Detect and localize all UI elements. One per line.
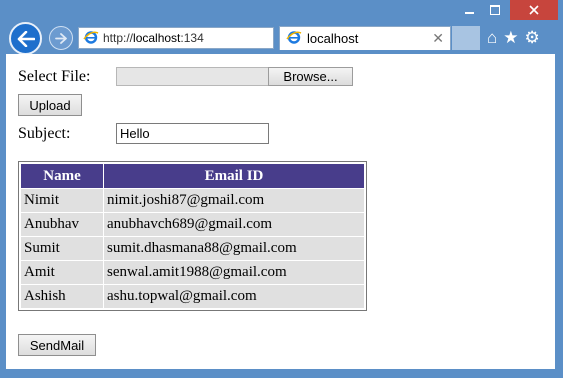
- cell-name: Sumit: [21, 237, 103, 260]
- cell-email: nimit.joshi87@gmail.com: [104, 189, 364, 212]
- settings-gear-icon[interactable]: ⚙: [525, 28, 540, 48]
- ie-page-icon: [83, 29, 99, 48]
- select-file-label: Select File:: [18, 68, 91, 85]
- email-table: Name Email ID Nimit nimit.joshi87@gmail.…: [20, 163, 365, 309]
- cell-email: sumit.dhasmana88@gmail.com: [104, 237, 364, 260]
- home-icon[interactable]: ⌂: [487, 28, 497, 48]
- minimize-icon: [464, 12, 474, 14]
- title-bar: [0, 0, 563, 22]
- url-host: localhost: [133, 31, 181, 45]
- table-row: Ashish ashu.topwal@gmail.com: [21, 285, 364, 308]
- address-bar[interactable]: http://localhost:134 ⌕ ▼ ⊞ ↻: [78, 27, 274, 49]
- table-row: Nimit nimit.joshi87@gmail.com: [21, 189, 364, 212]
- favorites-star-icon[interactable]: ★: [503, 28, 518, 48]
- ie-tab-icon: [286, 29, 302, 48]
- minimize-button[interactable]: [457, 0, 481, 20]
- table-row: Amit senwal.amit1988@gmail.com: [21, 261, 364, 284]
- maximize-button[interactable]: [483, 0, 507, 20]
- forward-button[interactable]: [49, 26, 73, 50]
- forward-arrow-icon: [55, 32, 67, 44]
- back-arrow-icon: [17, 30, 35, 47]
- cell-email: senwal.amit1988@gmail.com: [104, 261, 364, 284]
- subject-label: Subject:: [18, 125, 71, 142]
- new-tab-button[interactable]: [452, 26, 480, 50]
- table-row: Sumit sumit.dhasmana88@gmail.com: [21, 237, 364, 260]
- file-path-field[interactable]: [116, 67, 269, 86]
- close-tab-icon[interactable]: ✕: [432, 30, 444, 47]
- url-prefix: http://: [103, 31, 134, 45]
- cell-name: Nimit: [21, 189, 103, 212]
- url-suffix: :134: [180, 31, 204, 45]
- table-header-row: Name Email ID: [21, 164, 364, 188]
- page-content: Select File: Browse... Upload Subject: H…: [6, 54, 555, 369]
- cell-email: ashu.topwal@gmail.com: [104, 285, 364, 308]
- cell-name: Anubhav: [21, 213, 103, 236]
- back-button[interactable]: [9, 22, 42, 55]
- browse-button[interactable]: Browse...: [268, 67, 353, 86]
- table-row: Anubhav anubhavch689@gmail.com: [21, 213, 364, 236]
- close-window-button[interactable]: [510, 0, 558, 20]
- email-grid: Name Email ID Nimit nimit.joshi87@gmail.…: [18, 161, 367, 311]
- cell-name: Ashish: [21, 285, 103, 308]
- navigation-bar: http://localhost:134 ⌕ ▼ ⊞ ↻ localhost ✕…: [0, 22, 563, 55]
- subject-input[interactable]: Hello: [116, 123, 269, 144]
- cell-email: anubhavch689@gmail.com: [104, 213, 364, 236]
- maximize-icon: [490, 5, 500, 15]
- close-icon: [529, 5, 539, 15]
- header-name: Name: [21, 164, 103, 188]
- sendmail-button[interactable]: SendMail: [18, 334, 96, 356]
- tab-title: localhost: [307, 31, 359, 46]
- upload-button[interactable]: Upload: [18, 94, 82, 116]
- tab-localhost[interactable]: localhost ✕: [279, 26, 451, 50]
- browser-tools: ⌂ ★ ⚙: [487, 28, 540, 48]
- header-email: Email ID: [104, 164, 364, 188]
- cell-name: Amit: [21, 261, 103, 284]
